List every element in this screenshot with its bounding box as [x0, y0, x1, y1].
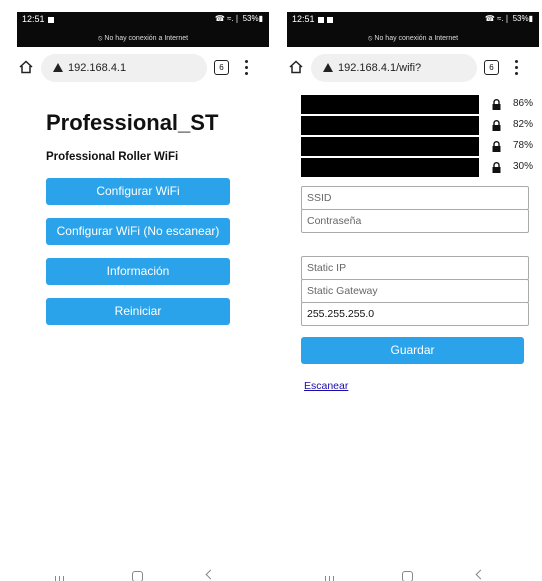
redacted-ssid: [301, 137, 479, 156]
tabs-icon[interactable]: 6: [484, 60, 499, 75]
notification-icon: [47, 16, 54, 23]
status-bar: 12:51 ☎ ≈.❘ 53%▮ ⦸ No hay conexión a Int…: [287, 12, 539, 47]
status-bar: 12:51 ☎ ≈.❘ 53%▮ ⦸ No hay conexión a Int…: [17, 12, 269, 47]
notification-icon: [317, 16, 324, 23]
restart-button[interactable]: Reiniciar: [46, 298, 230, 325]
more-menu-icon[interactable]: [245, 60, 249, 76]
url-text: 192.168.4.1/wifi?: [338, 62, 422, 74]
redacted-ssid: [301, 116, 479, 135]
right-screenshot: 12:51 ☎ ≈.❘ 53%▮ ⦸ No hay conexión a Int…: [287, 0, 539, 581]
back-nav-icon[interactable]: [475, 569, 486, 580]
notification-icon: [326, 16, 333, 23]
status-time-text: 12:51: [22, 14, 45, 24]
status-time-text: 12:51: [292, 14, 315, 24]
redacted-ssid: [301, 158, 479, 177]
password-input[interactable]: Contraseña: [301, 209, 529, 233]
wifi-network-item[interactable]: 78%: [301, 137, 539, 156]
browser-toolbar: 192.168.4.1/wifi? 6: [287, 48, 539, 88]
configure-wifi-button[interactable]: Configurar WiFi: [46, 178, 230, 205]
android-nav-bar: [17, 566, 269, 581]
redacted-ssid: [301, 95, 479, 114]
signal-strength: 30%: [513, 161, 534, 172]
android-nav-bar: [287, 566, 539, 581]
scan-link[interactable]: Escanear: [304, 380, 348, 392]
wifi-network-item[interactable]: 30%: [301, 158, 539, 177]
home-nav-icon[interactable]: [132, 571, 143, 581]
more-menu-icon[interactable]: [515, 60, 519, 76]
warning-icon: [323, 63, 333, 72]
status-indicators: ☎ ≈.❘ 53%▮: [214, 14, 263, 23]
signal-strength: 86%: [513, 98, 534, 109]
status-time: 12:51: [292, 14, 333, 24]
configure-wifi-noscan-button[interactable]: Configurar WiFi (No escanear): [46, 218, 230, 245]
wifi-network-item[interactable]: 86%: [301, 95, 539, 114]
home-icon[interactable]: [289, 60, 303, 74]
lock-icon: [492, 99, 501, 110]
page-title: Professional_ST: [46, 110, 219, 135]
static-ip-input[interactable]: Static IP: [301, 256, 529, 280]
subnet-input[interactable]: 255.255.255.0: [301, 302, 529, 326]
signal-strength: 82%: [513, 119, 534, 130]
back-nav-icon[interactable]: [205, 569, 216, 580]
no-internet-notice: ⦸ No hay conexión a Internet: [367, 35, 459, 42]
lock-icon: [492, 162, 501, 173]
lock-icon: [492, 120, 501, 131]
left-screenshot: 12:51 ☎ ≈.❘ 53%▮ ⦸ No hay conexión a Int…: [17, 0, 269, 581]
ssid-input[interactable]: SSID: [301, 186, 529, 210]
page-subtitle: Professional Roller WiFi: [46, 151, 179, 163]
no-internet-notice: ⦸ No hay conexión a Internet: [97, 35, 189, 42]
tabs-icon[interactable]: 6: [214, 60, 229, 75]
lock-icon: [492, 141, 501, 152]
recent-apps-icon[interactable]: [325, 572, 337, 581]
browser-toolbar: 192.168.4.1 6: [17, 48, 269, 88]
static-gateway-input[interactable]: Static Gateway: [301, 279, 529, 303]
home-icon[interactable]: [19, 60, 33, 74]
warning-icon: [53, 63, 63, 72]
home-nav-icon[interactable]: [402, 571, 413, 581]
signal-strength: 78%: [513, 140, 534, 151]
save-button[interactable]: Guardar: [301, 337, 524, 364]
info-button[interactable]: Información: [46, 258, 230, 285]
address-bar[interactable]: 192.168.4.1/wifi?: [311, 54, 477, 82]
status-time: 12:51: [22, 14, 54, 24]
recent-apps-icon[interactable]: [55, 572, 67, 581]
address-bar[interactable]: 192.168.4.1: [41, 54, 207, 82]
url-text: 192.168.4.1: [68, 62, 127, 74]
status-indicators: ☎ ≈.❘ 53%▮: [484, 14, 533, 23]
wifi-network-item[interactable]: 82%: [301, 116, 539, 135]
